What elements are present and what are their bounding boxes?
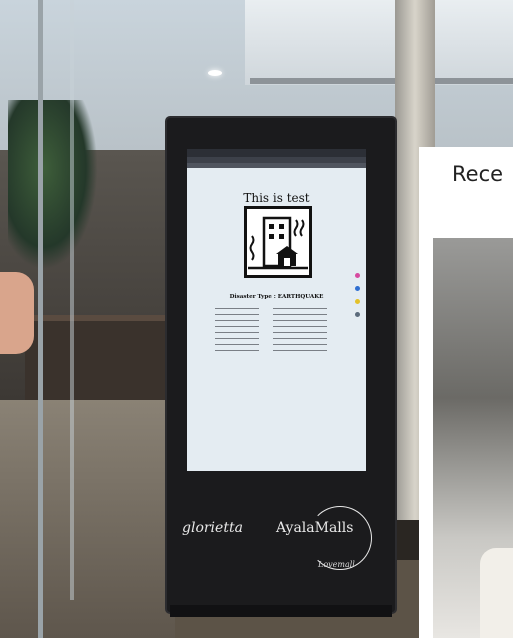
detail-label-line	[215, 338, 259, 339]
floor-left	[0, 400, 175, 638]
photo-scene: This is test Disaster Type : EARTHQUAKE	[0, 0, 513, 638]
ayalamalls-logo: AyalaMalls	[276, 520, 354, 536]
glass-door-frame	[38, 0, 43, 638]
ceiling-light	[208, 70, 222, 76]
detail-label-line	[215, 344, 259, 345]
browser-address-bar	[187, 163, 366, 168]
blue-dot	[355, 286, 360, 291]
detail-value-line	[273, 350, 327, 351]
detail-label-line	[215, 332, 259, 333]
disaster-details	[215, 306, 345, 358]
hand	[0, 272, 34, 354]
kiosk-base	[170, 605, 392, 617]
glass-door-edge	[70, 0, 74, 600]
detail-value-line	[273, 326, 327, 327]
detail-value-line	[273, 308, 327, 309]
browser-menu-bar	[187, 149, 366, 157]
detail-value-line	[273, 338, 327, 339]
detail-value-line	[273, 344, 327, 345]
detail-label-line	[215, 350, 259, 351]
detail-value-line	[273, 332, 327, 333]
detail-label-line	[215, 320, 259, 321]
detail-label-line	[215, 308, 259, 309]
inset-title: Rece	[452, 162, 504, 186]
page-heading: This is test	[243, 191, 310, 205]
disaster-type: Disaster Type : EARTHQUAKE	[229, 294, 324, 300]
glorietta-logo: glorietta	[182, 520, 243, 536]
detail-value-line	[273, 314, 327, 315]
potted-plant	[8, 100, 98, 270]
mezzanine-floor	[245, 0, 513, 85]
bench	[25, 315, 175, 411]
inset-figure	[480, 548, 513, 638]
mezzanine-railing	[250, 78, 513, 84]
kiosk-screen: This is test Disaster Type : EARTHQUAKE	[187, 149, 366, 471]
gray-dot	[355, 312, 360, 317]
detail-value-line	[273, 320, 327, 321]
pink-dot	[355, 273, 360, 278]
building-icon	[244, 206, 312, 278]
lovemall-tagline: Lovemall	[318, 560, 355, 569]
detail-label-line	[215, 314, 259, 315]
detail-label-line	[215, 326, 259, 327]
